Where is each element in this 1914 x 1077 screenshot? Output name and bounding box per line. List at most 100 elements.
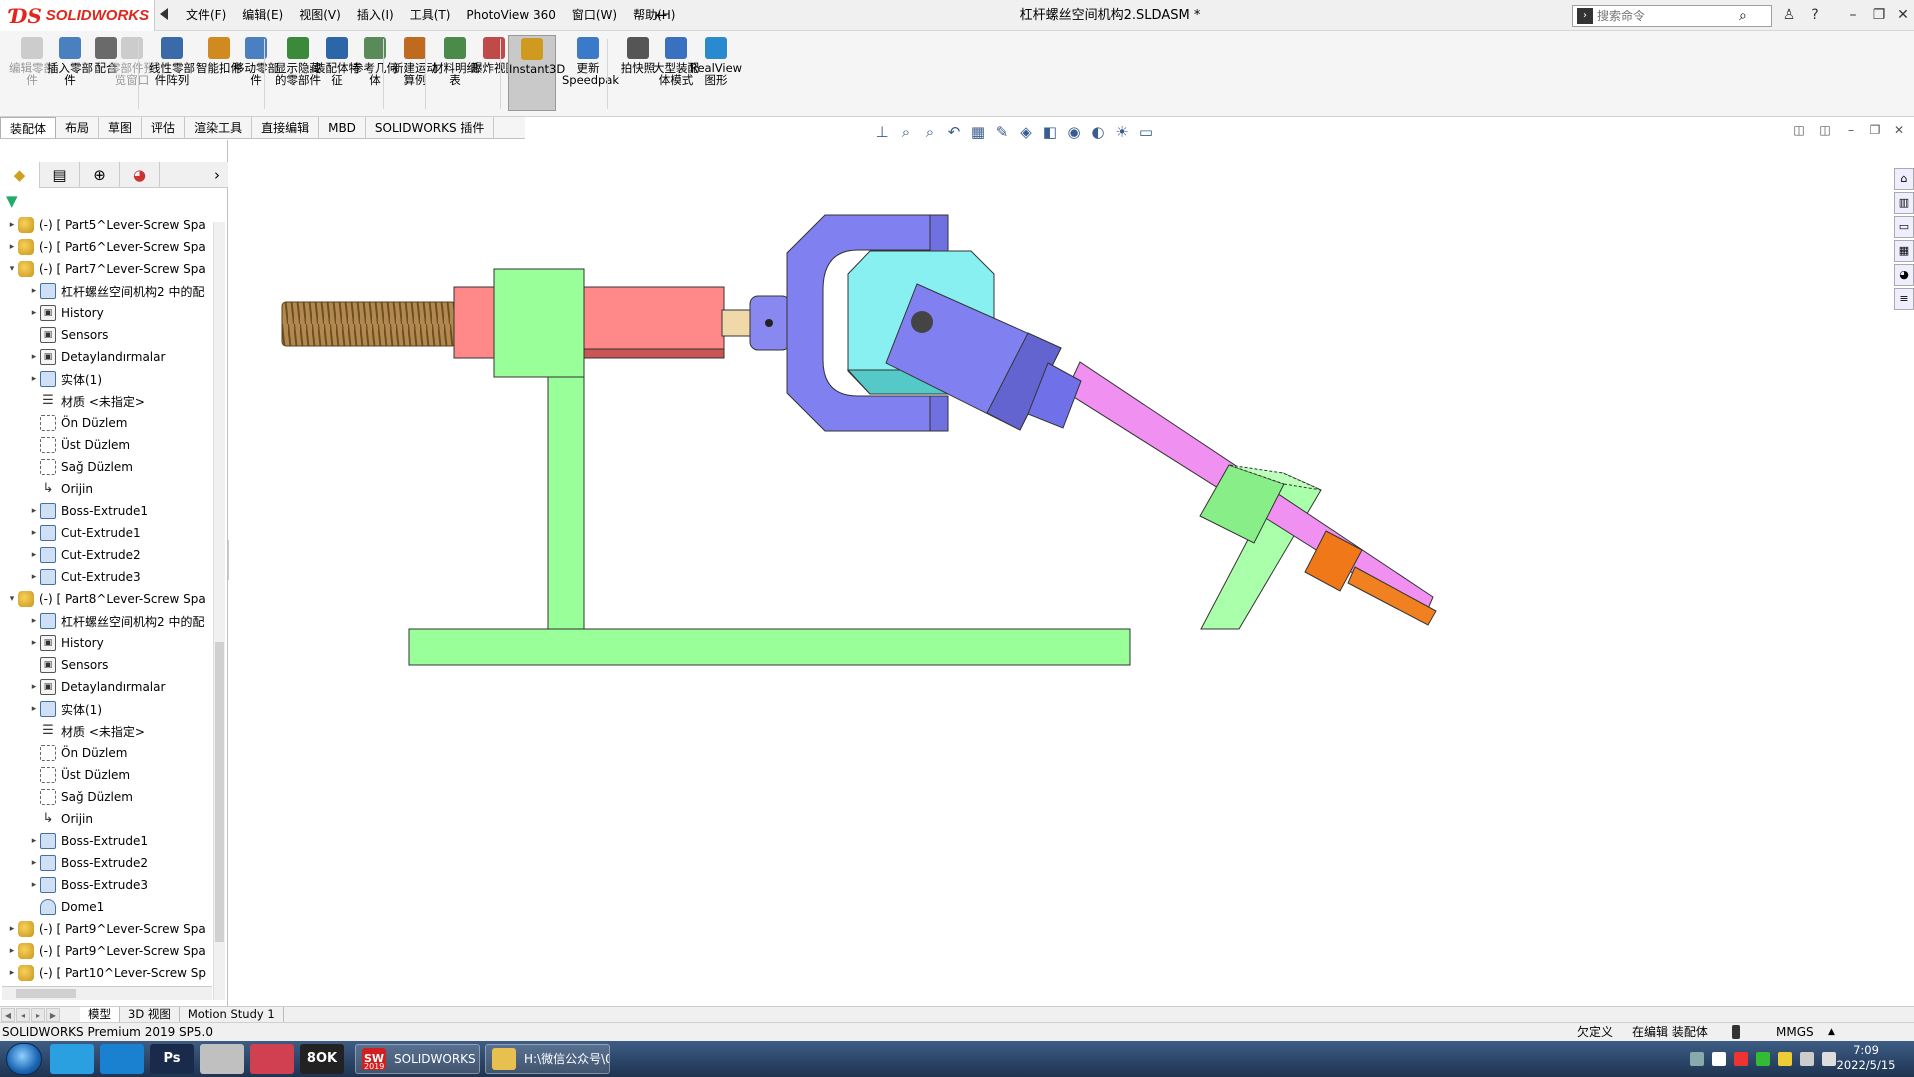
antivirus-icon[interactable] xyxy=(1734,1052,1748,1066)
tree-feature-item[interactable]: Sağ Düzlem xyxy=(0,456,215,478)
expand-toggle-icon[interactable]: ▸ xyxy=(28,308,40,318)
expand-toggle-icon[interactable]: ▸ xyxy=(28,286,40,296)
next-tab-arrow-icon[interactable]: ▸ xyxy=(31,1007,45,1022)
taskbar-app-icon[interactable]: 8OK xyxy=(300,1044,344,1074)
taskbar-app-icon[interactable] xyxy=(250,1044,294,1074)
zoom-to-area-icon[interactable]: ⌕ xyxy=(918,122,942,142)
expand-toggle-icon[interactable]: ▸ xyxy=(6,220,18,230)
expand-toggle-icon[interactable]: ▸ xyxy=(28,550,40,560)
tree-feature-item[interactable]: ▸ ▣ Detaylandırmalar xyxy=(0,346,215,368)
network-icon[interactable] xyxy=(1800,1052,1814,1066)
expand-toggle-icon[interactable]: ▸ xyxy=(28,858,40,868)
rebuild-indicator-icon[interactable] xyxy=(1732,1025,1740,1039)
tab-command[interactable]: 渲染工具 xyxy=(185,117,253,138)
tree-horizontal-scrollbar[interactable] xyxy=(2,986,212,1000)
ribbon-button[interactable]: Instant3D xyxy=(508,35,565,111)
unit-system[interactable]: MMGS xyxy=(1776,1023,1814,1041)
custom-properties-icon[interactable]: ≡ xyxy=(1894,288,1914,310)
tree-feature-item[interactable]: ▸ Boss-Extrude1 xyxy=(0,500,215,522)
expand-toggle-icon[interactable]: ▸ xyxy=(28,836,40,846)
menu-item[interactable]: 文件(F) xyxy=(178,0,234,31)
base-plate[interactable] xyxy=(408,628,1131,666)
tab-command[interactable]: 评估 xyxy=(142,117,186,138)
solidworks-logo[interactable]: ƊS SOLIDWORKS xyxy=(0,0,155,31)
bottom-tab[interactable]: Motion Study 1 xyxy=(180,1007,284,1022)
unit-dropdown-chevron-icon[interactable]: ▲ xyxy=(1828,1023,1835,1041)
tree-vertical-scrollbar[interactable] xyxy=(213,222,225,1000)
apply-scene-icon[interactable]: ☀ xyxy=(1110,122,1134,142)
last-tab-arrow-icon[interactable]: ▶ xyxy=(46,1007,60,1022)
expand-toggle-icon[interactable]: ▸ xyxy=(28,638,40,648)
tree-component-item[interactable]: ▾ (-) [ Part7^Lever-Screw Spa xyxy=(0,258,215,280)
start-button[interactable] xyxy=(6,1043,42,1075)
prev-tab-arrow-icon[interactable]: ◂ xyxy=(16,1007,30,1022)
section-view-icon[interactable]: ▦ xyxy=(966,122,990,142)
user-icon[interactable]: ♙ xyxy=(1778,4,1800,26)
expand-toggle-icon[interactable]: ▸ xyxy=(6,242,18,252)
tree-feature-item[interactable]: ▸ 实体(1) xyxy=(0,368,215,390)
viewport-restore-button[interactable]: ❐ xyxy=(1866,123,1884,141)
view-settings-icon[interactable]: ▭ xyxy=(1134,122,1158,142)
taskbar-app-icon[interactable] xyxy=(200,1044,244,1074)
tree-feature-item[interactable]: ▣ Sensors xyxy=(0,324,215,346)
hide-show-items-icon[interactable]: ◉ xyxy=(1062,122,1086,142)
view-orientation-icon[interactable]: ◈ xyxy=(1014,122,1038,142)
panel-collapse-chevron-icon[interactable]: › xyxy=(214,162,220,188)
tree-feature-item[interactable]: Üst Düzlem xyxy=(0,434,215,456)
display-manager-tab-icon[interactable]: ◕ xyxy=(120,162,160,188)
zoom-to-fit-icon[interactable]: ⌕ xyxy=(894,122,918,142)
arrow-icon[interactable] xyxy=(1712,1052,1726,1066)
taskbar-task-button[interactable]: H:\微信公众号\0... xyxy=(485,1044,610,1074)
search-icon[interactable]: ⌕ xyxy=(1739,8,1747,24)
edit-appearance-icon[interactable]: ◐ xyxy=(1086,122,1110,142)
tree-feature-item[interactable]: ▸ ▣ Detaylandırmalar xyxy=(0,676,215,698)
search-commands-box[interactable]: › ⌕ xyxy=(1572,5,1772,27)
taskbar-app-icon[interactable] xyxy=(100,1044,144,1074)
graphics-area[interactable]: Y X xyxy=(190,140,1874,1006)
help-icon[interactable]: ? xyxy=(1804,4,1826,26)
menu-item[interactable]: 窗口(W) xyxy=(564,0,625,31)
tab-command[interactable]: MBD xyxy=(319,117,366,138)
pin-shaft[interactable] xyxy=(721,309,755,337)
minimize-button[interactable]: – xyxy=(1842,4,1864,26)
taskbar-app-icon[interactable]: Ps xyxy=(150,1044,194,1074)
clock[interactable]: 7:09 2022/5/15 xyxy=(1826,1043,1906,1073)
keyboard-icon[interactable] xyxy=(1690,1052,1704,1066)
tree-feature-item[interactable]: ↳ Orijin xyxy=(0,478,215,500)
expand-toggle-icon[interactable]: ▸ xyxy=(28,880,40,890)
expand-toggle-icon[interactable]: ▸ xyxy=(28,352,40,362)
view-palette-icon[interactable]: ▦ xyxy=(1894,240,1914,262)
expand-toggle-icon[interactable]: ▸ xyxy=(28,506,40,516)
home-icon[interactable]: ⌂ xyxy=(1894,168,1914,190)
ribbon-button[interactable]: RealView 图形 xyxy=(690,37,742,86)
taskbar-app-icon[interactable] xyxy=(50,1044,94,1074)
tree-feature-item[interactable]: ▸ Boss-Extrude2 xyxy=(0,852,215,874)
tree-feature-item[interactable]: Sağ Düzlem xyxy=(0,786,215,808)
pin-menu-icon[interactable]: ⇤ xyxy=(652,6,670,24)
menu-item[interactable]: 视图(V) xyxy=(291,0,349,31)
expand-toggle-icon[interactable]: ▸ xyxy=(28,704,40,714)
bottom-tab[interactable]: 模型 xyxy=(80,1007,120,1022)
tree-feature-item[interactable]: Ön Düzlem xyxy=(0,412,215,434)
design-library-icon[interactable]: ▥ xyxy=(1894,192,1914,214)
scroll-thumb[interactable] xyxy=(215,642,224,942)
tree-feature-item[interactable]: ☰ 材质 <未指定> xyxy=(0,390,215,412)
menu-expand-arrow-icon[interactable] xyxy=(160,8,168,20)
ribbon-button[interactable]: 线性零部件阵列 xyxy=(146,37,198,86)
tree-feature-item[interactable]: ▸ Boss-Extrude3 xyxy=(0,874,215,896)
tree-feature-item[interactable]: Dome1 xyxy=(0,896,215,918)
tree-feature-item[interactable]: ▸ ▣ History xyxy=(0,632,215,654)
tab-command[interactable]: 草图 xyxy=(99,117,143,138)
menu-item[interactable]: 插入(I) xyxy=(349,0,402,31)
tree-feature-item[interactable]: ▣ Sensors xyxy=(0,654,215,676)
wechat-icon[interactable] xyxy=(1756,1052,1770,1066)
tree-feature-item[interactable]: ▸ ▣ History xyxy=(0,302,215,324)
tree-feature-item[interactable]: ▸ Cut-Extrude2 xyxy=(0,544,215,566)
tree-component-item[interactable]: ▸ (-) [ Part5^Lever-Screw Spa xyxy=(0,214,215,236)
taskbar-task-button[interactable]: SWSOLIDWORKS P...2019 xyxy=(355,1044,480,1074)
lead-screw[interactable] xyxy=(281,301,457,347)
expand-toggle-icon[interactable]: ▾ xyxy=(6,594,18,604)
tab-command[interactable]: SOLIDWORKS 插件 xyxy=(366,117,495,138)
first-tab-arrow-icon[interactable]: ◀ xyxy=(1,1007,15,1022)
expand-toggle-icon[interactable]: ▸ xyxy=(6,924,18,934)
